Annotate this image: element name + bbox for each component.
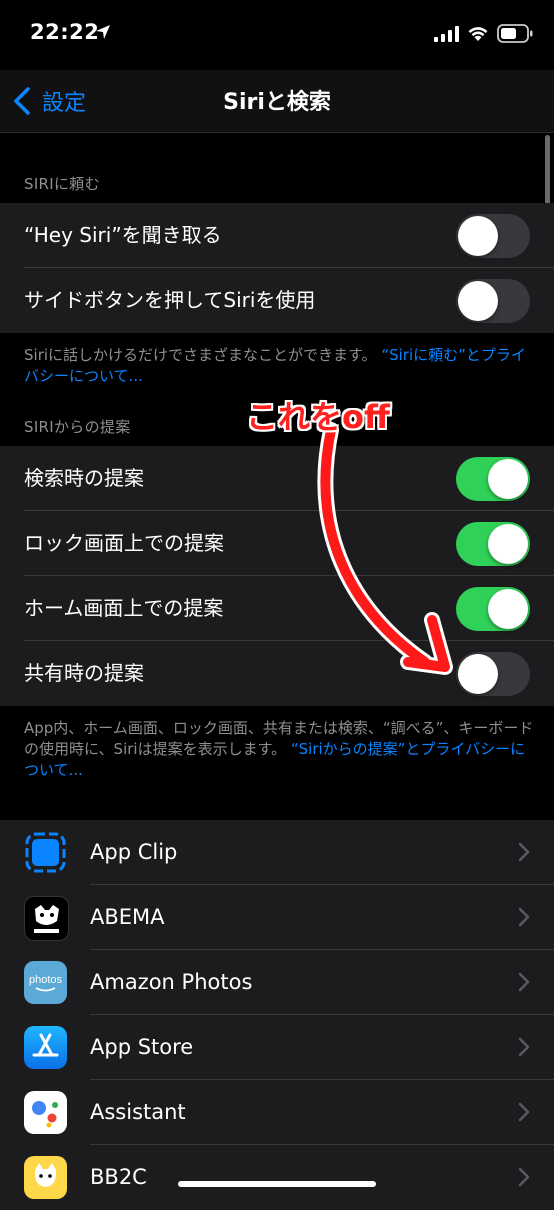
amazon-photos-icon-text: photos	[29, 974, 63, 986]
home-screen-suggestions-label: ホーム画面上での提案	[24, 596, 224, 620]
search-suggestions-label: 検索時の提案	[24, 466, 144, 490]
app-row-abema[interactable]: ABEMA	[0, 885, 554, 950]
bb2c-icon	[24, 1156, 67, 1199]
ask-siri-footnote: Siriに話しかけるだけでさまざまなことができます。 “Siriに頼む”とプライ…	[24, 345, 534, 387]
toggle-knob	[458, 281, 498, 321]
search-suggestions-toggle[interactable]	[456, 457, 530, 501]
toggle-knob	[458, 654, 498, 694]
ask-siri-group: “Hey Siri”を聞き取る サイドボタンを押してSiriを使用	[0, 203, 554, 333]
app-row-amazon-photos[interactable]: photos Amazon Photos	[0, 950, 554, 1015]
status-time: 22:22	[30, 20, 100, 44]
lock-screen-suggestions-row: ロック画面上での提案	[0, 511, 554, 576]
lock-screen-suggestions-label: ロック画面上での提案	[24, 531, 224, 555]
section-header-ask-siri: SIRIに頼む	[24, 175, 100, 193]
toggle-knob	[458, 216, 498, 256]
side-button-siri-label: サイドボタンを押してSiriを使用	[24, 288, 316, 312]
home-screen-suggestions-toggle[interactable]	[456, 587, 530, 631]
chevron-right-icon	[518, 907, 530, 927]
status-bar: 22:22	[0, 0, 554, 70]
app-label: App Store	[90, 1035, 194, 1059]
ask-siri-footnote-text: Siriに話しかけるだけでさまざまなことができます。	[24, 346, 377, 364]
chevron-right-icon	[518, 1037, 530, 1057]
side-button-siri-row: サイドボタンを押してSiriを使用	[0, 268, 554, 333]
sharing-suggestions-label: 共有時の提案	[24, 661, 144, 685]
app-label: Amazon Photos	[90, 970, 253, 994]
home-screen-suggestions-row: ホーム画面上での提案	[0, 576, 554, 641]
assistant-icon	[24, 1091, 67, 1134]
app-row-app-store[interactable]: App Store	[0, 1015, 554, 1080]
sharing-suggestions-toggle[interactable]	[456, 652, 530, 696]
location-arrow-icon	[96, 25, 110, 39]
hey-siri-label: “Hey Siri”を聞き取る	[24, 223, 222, 247]
sharing-suggestions-row: 共有時の提案	[0, 641, 554, 706]
search-suggestions-row: 検索時の提案	[0, 446, 554, 511]
app-store-icon	[24, 1026, 67, 1069]
app-label: BB2C	[90, 1165, 147, 1189]
lock-screen-suggestions-toggle[interactable]	[456, 522, 530, 566]
app-row-bb2c[interactable]: BB2C	[0, 1145, 554, 1210]
app-list: App Clip ABEMA photos Amazon Photos App …	[0, 820, 554, 1210]
annotation-label: これをoff	[246, 398, 390, 436]
suggestions-footnote: App内、ホーム画面、ロック画面、共有または検索、“調べる”、キーボードの使用時…	[24, 718, 534, 781]
amazon-photos-icon: photos	[24, 961, 67, 1004]
hey-siri-row: “Hey Siri”を聞き取る	[0, 203, 554, 268]
app-label: Assistant	[90, 1100, 186, 1124]
hey-siri-toggle[interactable]	[456, 214, 530, 258]
battery-icon	[497, 24, 533, 43]
section-header-suggestions: SIRIからの提案	[24, 418, 131, 436]
abema-icon	[24, 896, 69, 941]
chevron-right-icon	[518, 972, 530, 992]
cellular-signal-icon	[434, 26, 459, 42]
toggle-knob	[488, 589, 528, 629]
app-clip-icon	[24, 831, 67, 874]
page-title: Siriと検索	[223, 90, 331, 115]
chevron-right-icon	[518, 1102, 530, 1122]
wifi-icon	[468, 27, 488, 41]
navigation-bar: 設定 Siriと検索	[0, 70, 554, 133]
suggestions-group: 検索時の提案 ロック画面上での提案 ホーム画面上での提案 共有時の提案	[0, 446, 554, 706]
toggle-knob	[488, 459, 528, 499]
home-indicator[interactable]	[178, 1181, 376, 1187]
chevron-right-icon	[518, 842, 530, 862]
app-row-app-clip[interactable]: App Clip	[0, 820, 554, 885]
app-label: App Clip	[90, 840, 178, 864]
chevron-right-icon	[518, 1167, 530, 1187]
app-label: ABEMA	[90, 905, 165, 929]
toggle-knob	[488, 524, 528, 564]
side-button-siri-toggle[interactable]	[456, 279, 530, 323]
app-row-assistant[interactable]: Assistant	[0, 1080, 554, 1145]
